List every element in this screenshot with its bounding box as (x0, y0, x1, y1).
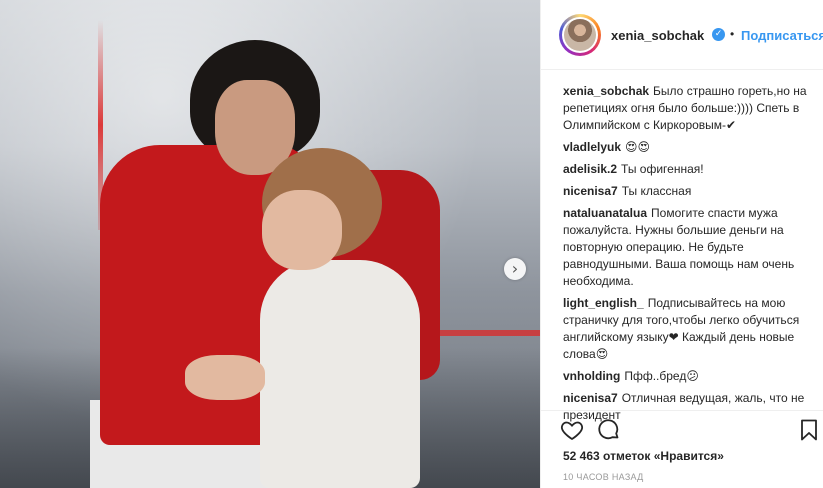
avatar-frame (562, 17, 598, 53)
post-timestamp: 10 ЧАСОВ НАЗАД (563, 472, 644, 482)
comment-item: nataluanatalua Помогите спасти мужа пожал… (563, 205, 813, 290)
comment-item: nicenisa7 Ты классная (563, 183, 813, 200)
comment-author[interactable]: xenia_sobchak (563, 84, 649, 98)
avatar-image (564, 19, 596, 51)
comment-text: Пфф..бред😕 (624, 369, 699, 383)
comment-author[interactable]: nicenisa7 (563, 184, 618, 198)
heart-icon[interactable] (560, 418, 584, 442)
comment-author[interactable]: nicenisa7 (563, 391, 618, 405)
verified-badge-icon: ✓ (712, 28, 725, 41)
comment-item: vladlelyuk 😍😍 (563, 139, 813, 156)
like-count[interactable]: 52 463 отметок «Нравится» (563, 449, 724, 463)
username-link[interactable]: xenia_sobchak (611, 28, 704, 43)
separator-dot: • (730, 27, 735, 41)
comment-author[interactable]: vladlelyuk (563, 140, 621, 154)
comment-text: Ты классная (621, 184, 692, 198)
comment-text: Ты офигенная! (621, 162, 704, 176)
comment-icon[interactable] (597, 418, 621, 442)
woman-white-shirt (260, 260, 420, 488)
woman-face (262, 190, 342, 270)
post-photo[interactable]: › (0, 0, 540, 488)
follow-button[interactable]: Подписаться (741, 28, 823, 43)
comment-author[interactable]: light_english_ (563, 296, 644, 310)
comment-author[interactable]: nataluanatalua (563, 206, 647, 220)
avatar[interactable] (559, 14, 601, 56)
woman-hand (185, 355, 265, 400)
comment-item: vnholding Пфф..бред😕 (563, 368, 813, 385)
comment-author[interactable]: vnholding (563, 369, 620, 383)
comment-item: xenia_sobchak Было страшно гореть,но на р… (563, 83, 813, 134)
comment-item: adelisik.2 Ты офигенная! (563, 161, 813, 178)
bookmark-icon[interactable] (800, 419, 818, 441)
comment-item: light_english_ Подписывайтесь на мою стра… (563, 295, 813, 363)
post-side-panel: xenia_sobchak ✓ • Подписаться xenia_sobc… (540, 0, 823, 488)
comment-list: xenia_sobchak Было страшно гореть,но на р… (563, 83, 813, 429)
post-header: xenia_sobchak ✓ • Подписаться (541, 0, 823, 70)
comment-author[interactable]: adelisik.2 (563, 162, 617, 176)
comment-text: 😍😍 (625, 140, 651, 154)
chevron-right-icon[interactable]: › (504, 258, 526, 280)
post-actions: 52 463 отметок «Нравится» 10 ЧАСОВ НАЗАД (541, 410, 823, 488)
